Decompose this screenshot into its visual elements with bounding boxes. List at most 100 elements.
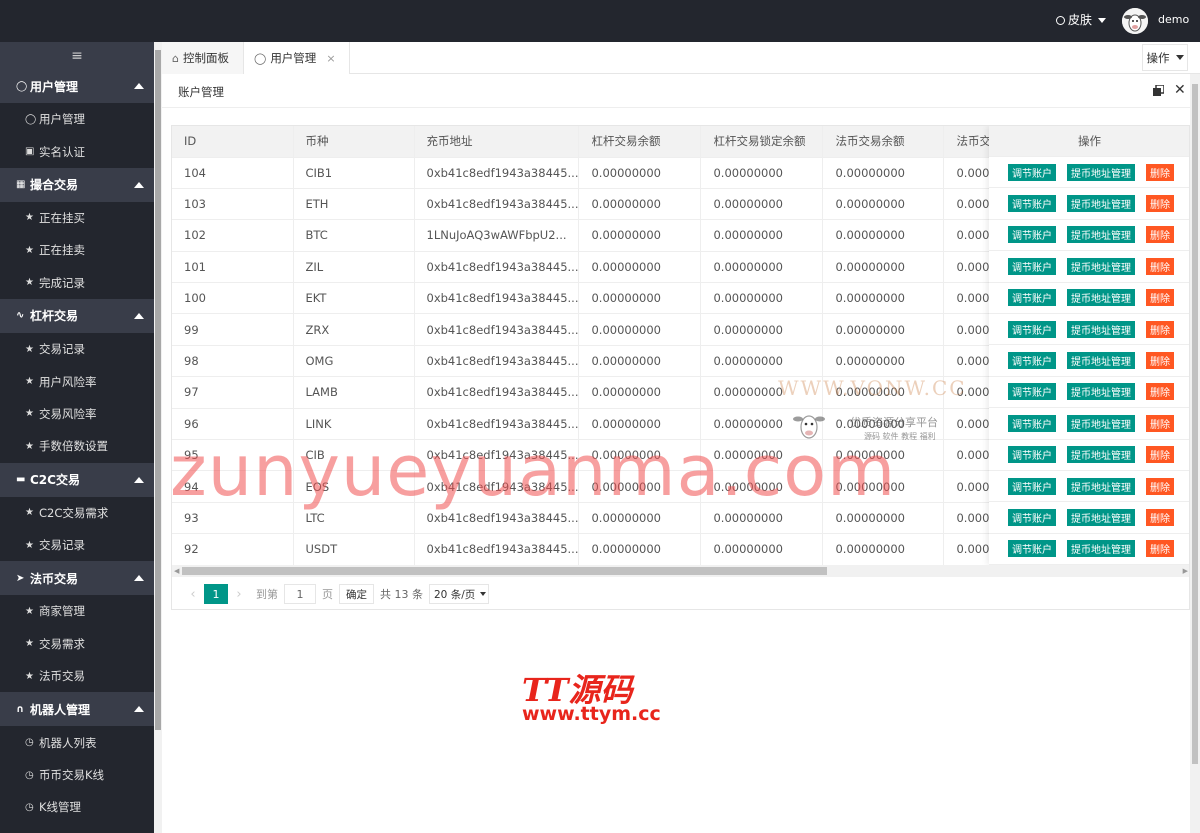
adjust-account-button[interactable]: 调节账户: [1008, 383, 1056, 401]
tab-user-management[interactable]: ◯ 用户管理 ×: [244, 42, 350, 74]
withdraw-address-button[interactable]: 提币地址管理: [1067, 320, 1135, 338]
withdraw-address-button[interactable]: 提币地址管理: [1067, 195, 1135, 213]
sidebar-item[interactable]: ★ 交易风险率: [0, 398, 154, 430]
user-name[interactable]: demo: [1158, 13, 1189, 26]
adjust-account-button[interactable]: 调节账户: [1008, 414, 1056, 432]
withdraw-address-button[interactable]: 提币地址管理: [1067, 226, 1135, 244]
sidebar-item[interactable]: ★ 法币交易: [0, 660, 154, 692]
sidebar-group-head[interactable]: ▬ C2C交易: [0, 462, 154, 497]
page-size-select[interactable]: 20 条/页: [429, 584, 490, 604]
adjust-account-button[interactable]: 调节账户: [1008, 540, 1056, 558]
sidebar-group-head[interactable]: ◯ 用户管理: [0, 69, 154, 103]
sidebar-item[interactable]: ★ 手数倍数设置: [0, 430, 154, 462]
close-icon[interactable]: ✕: [1174, 82, 1186, 98]
adjust-account-button[interactable]: 调节账户: [1008, 446, 1056, 464]
sidebar-item[interactable]: ◷ K线管理: [0, 791, 154, 823]
sidebar-item[interactable]: ★ 交易记录: [0, 529, 154, 561]
table-cell: 0.00000000: [578, 533, 702, 566]
sidebar-item[interactable]: ◯ 用户管理: [0, 103, 154, 135]
prev-page-icon[interactable]: ‹: [182, 587, 204, 602]
withdraw-address-button[interactable]: 提币地址管理: [1067, 352, 1135, 370]
sidebar-item[interactable]: ★ 正在挂卖: [0, 234, 154, 266]
sidebar-item[interactable]: ★ 正在挂买: [0, 202, 154, 234]
confirm-button[interactable]: 确定: [339, 584, 374, 604]
sidebar-item[interactable]: ◷ 币币交易K线: [0, 759, 154, 791]
withdraw-address-button[interactable]: 提币地址管理: [1067, 508, 1135, 526]
restore-window-icon[interactable]: [1153, 85, 1164, 96]
current-page[interactable]: 1: [204, 584, 228, 604]
column-header[interactable]: 充币地址: [414, 126, 580, 158]
sidebar-group-head[interactable]: ➤ 法币交易: [0, 561, 154, 596]
delete-button[interactable]: 删除: [1146, 320, 1174, 338]
adjust-account-button[interactable]: 调节账户: [1008, 226, 1056, 244]
withdraw-address-button[interactable]: 提币地址管理: [1067, 257, 1135, 275]
sidebar-item[interactable]: ★ 交易需求: [0, 628, 154, 660]
sidebar-toggle[interactable]: ≡: [0, 42, 154, 69]
adjust-account-button[interactable]: 调节账户: [1008, 352, 1056, 370]
sidebar-item[interactable]: ★ 用户风险率: [0, 365, 154, 397]
goto-page-input[interactable]: 1: [284, 584, 316, 604]
adjust-account-button[interactable]: 调节账户: [1008, 257, 1056, 275]
sidebar-scrollbar[interactable]: [154, 42, 162, 833]
withdraw-address-button[interactable]: 提币地址管理: [1067, 446, 1135, 464]
column-header[interactable]: 杠杆交易余额: [578, 126, 702, 158]
withdraw-address-button[interactable]: 提币地址管理: [1067, 289, 1135, 307]
withdraw-address-button[interactable]: 提币地址管理: [1067, 414, 1135, 432]
table-cell: 0xb41c8edf1943a38445...: [414, 439, 580, 472]
delete-button[interactable]: 删除: [1146, 383, 1174, 401]
delete-button[interactable]: 删除: [1146, 540, 1174, 558]
withdraw-address-button[interactable]: 提币地址管理: [1067, 540, 1135, 558]
sidebar-item[interactable]: ★ C2C交易需求: [0, 497, 154, 529]
sidebar-group-label: C2C交易: [30, 473, 80, 488]
withdraw-address-button[interactable]: 提币地址管理: [1067, 163, 1135, 181]
monitor-icon: ▬: [16, 474, 26, 486]
delete-button[interactable]: 删除: [1146, 163, 1174, 181]
adjust-account-button[interactable]: 调节账户: [1008, 320, 1056, 338]
scrollbar-thumb[interactable]: [1192, 84, 1198, 764]
adjust-account-button[interactable]: 调节账户: [1008, 289, 1056, 307]
scrollbar-thumb[interactable]: [155, 50, 161, 730]
scroll-right-icon[interactable]: ▶: [1183, 567, 1188, 575]
withdraw-address-button[interactable]: 提币地址管理: [1067, 477, 1135, 495]
column-header[interactable]: 法币交易余额: [822, 126, 945, 158]
column-header[interactable]: ID: [172, 126, 294, 158]
table-cell: 0.00000000: [822, 313, 945, 346]
delete-button[interactable]: 删除: [1146, 508, 1174, 526]
sidebar-group-head[interactable]: ▦ 撮合交易: [0, 167, 154, 202]
delete-button[interactable]: 删除: [1146, 289, 1174, 307]
delete-button[interactable]: 删除: [1146, 477, 1174, 495]
horizontal-scrollbar[interactable]: ◀ ▶: [172, 565, 1189, 577]
sidebar-item[interactable]: ▣ 实名认证: [0, 135, 154, 167]
sidebar-group-head[interactable]: ∩ 机器人管理: [0, 692, 154, 727]
column-header[interactable]: 币种: [293, 126, 415, 158]
adjust-account-button[interactable]: 调节账户: [1008, 477, 1056, 495]
skin-menu[interactable]: 皮肤: [1056, 11, 1107, 29]
delete-button[interactable]: 删除: [1146, 226, 1174, 244]
avatar[interactable]: [1122, 8, 1148, 34]
sidebar-item[interactable]: ◷ 机器人列表: [0, 726, 154, 758]
sidebar-item[interactable]: ★ 完成记录: [0, 267, 154, 299]
scrollbar-thumb[interactable]: [182, 567, 827, 575]
operations-button[interactable]: 操作: [1142, 44, 1188, 71]
delete-button[interactable]: 删除: [1146, 446, 1174, 464]
scroll-left-icon[interactable]: ◀: [174, 567, 179, 575]
delete-button[interactable]: 删除: [1146, 257, 1174, 275]
tab-dashboard[interactable]: ⌂ 控制面板: [162, 42, 244, 74]
delete-button[interactable]: 删除: [1146, 195, 1174, 213]
close-icon[interactable]: ×: [326, 52, 335, 65]
next-page-icon[interactable]: ›: [228, 587, 250, 602]
sidebar-group-head[interactable]: ∿ 杠杆交易: [0, 298, 154, 333]
sidebar-item[interactable]: ★ 交易记录: [0, 333, 154, 365]
top-header: 皮肤 demo: [0, 0, 1200, 42]
adjust-account-button[interactable]: 调节账户: [1008, 508, 1056, 526]
delete-button[interactable]: 删除: [1146, 414, 1174, 432]
adjust-account-button[interactable]: 调节账户: [1008, 195, 1056, 213]
table-cell: 0.00000000: [822, 376, 945, 409]
withdraw-address-button[interactable]: 提币地址管理: [1067, 383, 1135, 401]
adjust-account-button[interactable]: 调节账户: [1008, 163, 1056, 181]
table-cell: CIB: [293, 439, 415, 472]
column-header[interactable]: 杠杆交易锁定余额: [700, 126, 824, 158]
delete-button[interactable]: 删除: [1146, 352, 1174, 370]
sidebar-item[interactable]: ★ 商家管理: [0, 595, 154, 627]
page-scrollbar[interactable]: [1190, 74, 1200, 833]
